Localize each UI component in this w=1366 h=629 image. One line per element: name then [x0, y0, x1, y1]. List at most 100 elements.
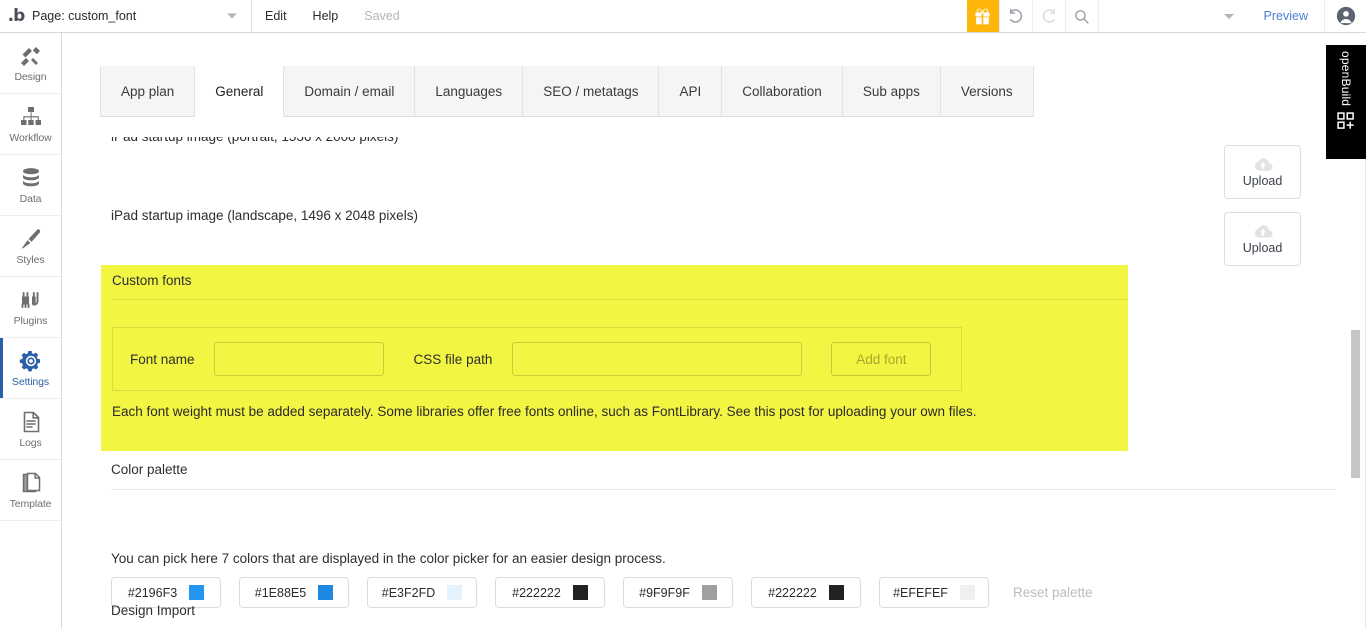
sidebar-item-data[interactable]: Data [0, 155, 61, 216]
undo-button[interactable] [998, 0, 1032, 32]
color-hex-label: #EFEFEF [893, 585, 948, 600]
sidebar-item-label: Logs [19, 436, 42, 449]
upload-button-landscape[interactable]: Upload [1224, 212, 1301, 266]
color-hex-label: #E3F2FD [381, 585, 436, 600]
color-palette-title: Color palette [111, 462, 188, 477]
sidebar-item-label: Workflow [9, 131, 52, 144]
logo-mark: .b [7, 6, 26, 26]
tab-languages[interactable]: Languages [415, 66, 524, 116]
sidebar-item-template[interactable]: Template [0, 460, 61, 521]
gift-icon[interactable] [966, 0, 999, 32]
custom-fonts-section: Custom fonts Font name CSS file path Add… [101, 265, 1128, 451]
sidebar-item-label: Plugins [13, 314, 48, 327]
save-status: Saved [364, 9, 400, 23]
tab-seo-metatags[interactable]: SEO / metatags [523, 66, 660, 116]
color-swatch[interactable]: #222222 [751, 577, 861, 608]
color-swatch[interactable]: #E3F2FD [367, 577, 477, 608]
reset-palette-button[interactable]: Reset palette [1013, 585, 1093, 600]
font-name-label: Font name [130, 351, 195, 367]
design-import-title: Design Import [111, 603, 196, 618]
preview-button[interactable]: Preview [1248, 0, 1324, 32]
section-divider [112, 299, 1128, 300]
page-selector[interactable]: Page: custom_font [28, 0, 252, 32]
tab-versions[interactable]: Versions [940, 66, 1034, 116]
sidebar-item-label: Data [19, 192, 42, 205]
sidebar-item-label: Design [14, 70, 47, 83]
tab-general[interactable]: General [195, 66, 285, 117]
color-chip [318, 585, 334, 600]
redo-button[interactable] [1031, 0, 1065, 32]
tab-app-plan[interactable]: App plan [100, 66, 196, 116]
color-swatch[interactable]: #9F9F9F [623, 577, 733, 608]
design-icon [20, 46, 40, 66]
add-font-button[interactable]: Add font [831, 342, 932, 376]
tab-collaboration[interactable]: Collaboration [722, 66, 843, 116]
grid-plus-icon [1337, 112, 1354, 130]
redo-icon [1042, 8, 1055, 23]
custom-font-entry-row: Font name CSS file path Add font [112, 327, 962, 391]
main-panel: App plan General Domain / email Language… [62, 33, 1366, 629]
section-divider [111, 489, 1336, 490]
tab-domain-email[interactable]: Domain / email [284, 66, 416, 116]
css-file-path-label: CSS file path [413, 351, 493, 367]
color-swatch[interactable]: #222222 [495, 577, 605, 608]
color-hex-label: #1E88E5 [254, 585, 307, 600]
ipad-portrait-row: iPad startup image (portrait, 1536 x 200… [62, 137, 1366, 157]
color-hex-label: #9F9F9F [639, 585, 690, 600]
openbuild-tab[interactable]: openBuild [1326, 45, 1366, 159]
settings-general-content: iPad startup image (portrait, 1536 x 200… [62, 117, 1366, 629]
plugins-icon [21, 291, 38, 308]
logs-icon [23, 411, 39, 432]
undo-icon [1009, 8, 1022, 23]
left-sidebar: Design Workflow Data Styles Plugins Sett… [0, 33, 62, 629]
upload-button-portrait[interactable]: Upload [1224, 145, 1301, 199]
settings-icon [19, 350, 40, 371]
avatar-icon [1336, 6, 1355, 26]
sidebar-item-workflow[interactable]: Workflow [0, 94, 61, 155]
sidebar-item-label: Settings [11, 375, 50, 388]
color-swatch[interactable]: #1E88E5 [239, 577, 349, 608]
top-bar-spacer [413, 0, 967, 32]
color-chip [701, 585, 717, 600]
search-scope-dropdown[interactable] [1097, 0, 1248, 32]
sidebar-item-logs[interactable]: Logs [0, 399, 61, 460]
sidebar-item-styles[interactable]: Styles [0, 216, 61, 277]
help-menu[interactable]: Help [300, 0, 352, 32]
color-swatch[interactable]: #EFEFEF [879, 577, 989, 608]
settings-tabs: App plan General Domain / email Language… [100, 66, 1034, 117]
upload-label: Upload [1242, 173, 1283, 188]
sidebar-item-plugins[interactable]: Plugins [0, 277, 61, 338]
workflow-icon [20, 106, 41, 125]
styles-icon [21, 228, 40, 248]
font-name-input[interactable] [213, 342, 384, 376]
color-hex-label: #2196F3 [127, 585, 178, 600]
avatar[interactable] [1324, 0, 1366, 32]
color-chip [959, 585, 975, 600]
data-icon [22, 167, 39, 186]
bubble-logo[interactable]: .b [0, 0, 28, 32]
upload-label: Upload [1242, 240, 1283, 255]
sidebar-item-label: Template [9, 497, 52, 510]
top-bar: .b Page: custom_font Edit Help Saved Pre… [0, 0, 1366, 33]
ipad-portrait-label: iPad startup image (portrait, 1536 x 200… [111, 137, 398, 144]
tab-sub-apps[interactable]: Sub apps [842, 66, 941, 116]
sidebar-item-design[interactable]: Design [0, 33, 61, 94]
search-icon [1075, 9, 1089, 24]
edit-menu[interactable]: Edit [252, 0, 300, 32]
page-selector-label: Page: custom_font [32, 9, 137, 23]
tab-api[interactable]: API [659, 66, 723, 116]
color-palette-description: You can pick here 7 colors that are disp… [111, 551, 666, 566]
sidebar-item-settings[interactable]: Settings [0, 338, 61, 399]
cloud-upload-icon [1254, 157, 1273, 171]
color-chip [189, 585, 205, 600]
search-button[interactable] [1064, 0, 1098, 32]
template-icon [22, 472, 40, 492]
vertical-scrollbar-thumb[interactable] [1351, 330, 1360, 478]
sidebar-item-label: Styles [16, 253, 45, 266]
openbuild-label: openBuild [1339, 51, 1353, 107]
color-hex-label: #222222 [768, 585, 817, 600]
color-hex-label: #222222 [512, 585, 561, 600]
css-file-path-input[interactable] [512, 342, 803, 376]
color-chip [572, 585, 588, 600]
chevron-down-icon [1223, 13, 1234, 19]
